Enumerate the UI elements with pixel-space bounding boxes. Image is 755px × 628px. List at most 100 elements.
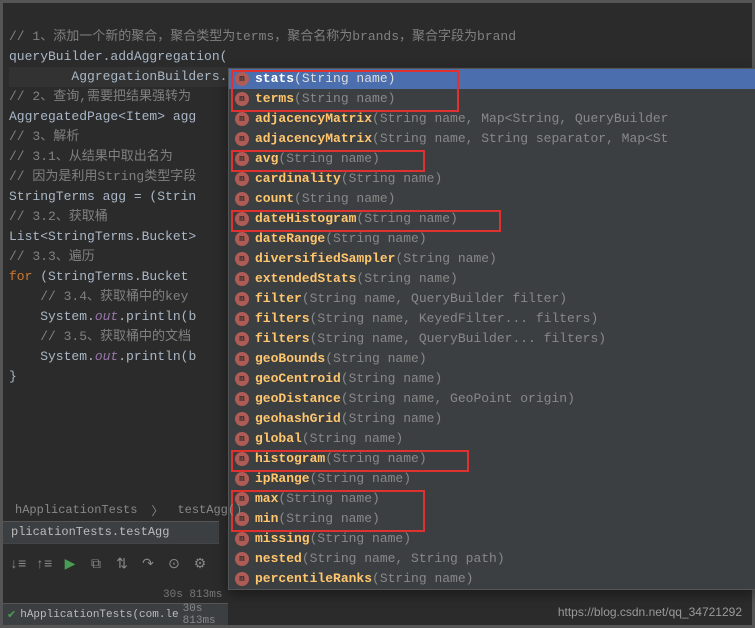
- method-name: geoBounds: [255, 349, 325, 369]
- completion-item[interactable]: mfilters(String name, QueryBuilder... fi…: [229, 329, 755, 349]
- method-name: dateRange: [255, 229, 325, 249]
- method-params: (String name, String separator, Map<St: [372, 129, 668, 149]
- completion-item[interactable]: m geoDistance(String name, GeoPoint origi…: [229, 389, 755, 409]
- crumb-method[interactable]: testAgg(): [171, 501, 248, 519]
- completion-item[interactable]: mavg(String name): [229, 149, 755, 169]
- method-name: min: [255, 509, 278, 529]
- sort-icon[interactable]: ⇅: [113, 556, 131, 574]
- method-params: (String name): [356, 209, 457, 229]
- method-params: (String name): [325, 229, 426, 249]
- completion-item[interactable]: mmin(String name): [229, 509, 755, 529]
- method-icon: m: [235, 232, 249, 246]
- method-icon: m: [235, 392, 249, 406]
- method-name: adjacencyMatrix: [255, 129, 372, 149]
- method-params: (String name): [310, 469, 411, 489]
- export-icon[interactable]: ↷: [139, 556, 157, 574]
- completion-item[interactable]: m geoBounds(String name): [229, 349, 755, 369]
- expand-icon[interactable]: ↑≡: [35, 556, 53, 574]
- completion-item[interactable]: mcount(String name): [229, 189, 755, 209]
- method-name: geoCentroid: [255, 369, 341, 389]
- method-params: (String name): [325, 349, 426, 369]
- method-icon: m: [235, 292, 249, 306]
- method-name: max: [255, 489, 278, 509]
- method-params: (String name, QueryBuilder filter): [302, 289, 567, 309]
- completion-item[interactable]: mdiversifiedSampler(String name): [229, 249, 755, 269]
- breadcrumb[interactable]: hApplicationTests〉 testAgg(): [3, 499, 248, 521]
- method-icon: m: [235, 372, 249, 386]
- method-name: ipRange: [255, 469, 310, 489]
- ok-icon: ✔: [7, 608, 16, 622]
- crumb-class[interactable]: hApplicationTests: [9, 501, 143, 519]
- completion-item[interactable]: mcardinality(String name): [229, 169, 755, 189]
- method-icon: m: [235, 312, 249, 326]
- completion-popup[interactable]: mstats(String name)mterms(String name)ma…: [228, 68, 755, 590]
- completion-item[interactable]: mmissing(String name): [229, 529, 755, 549]
- completion-item[interactable]: mfilters(String name, KeyedFilter... fil…: [229, 309, 755, 329]
- method-name: missing: [255, 529, 310, 549]
- completion-item[interactable]: madjacencyMatrix(String name, Map<String…: [229, 109, 755, 129]
- settings-icon[interactable]: ⚙: [191, 556, 209, 574]
- completion-item[interactable]: mstats(String name): [229, 69, 755, 89]
- method-icon: m: [235, 332, 249, 346]
- method-icon: m: [235, 72, 249, 86]
- completion-item[interactable]: mglobal(String name): [229, 429, 755, 449]
- method-icon: m: [235, 432, 249, 446]
- method-name: geohashGrid: [255, 409, 341, 429]
- run-subtime: 30s 813ms: [163, 589, 222, 601]
- method-icon: m: [235, 92, 249, 106]
- run-result[interactable]: ✔ hApplicationTests (com.le 30s 813ms: [3, 603, 228, 625]
- completion-item[interactable]: m adjacencyMatrix(String name, String sep…: [229, 129, 755, 149]
- method-params: (String name, GeoPoint origin): [341, 389, 575, 409]
- completion-item[interactable]: mmax(String name): [229, 489, 755, 509]
- history-icon[interactable]: ⊙: [165, 556, 183, 574]
- run-toolbar: ↓≡ ↑≡ ▶ ⧉ ⇅ ↷ ⊙ ⚙: [3, 543, 219, 585]
- completion-item[interactable]: mfilter(String name, QueryBuilder filter…: [229, 289, 755, 309]
- collapse-icon[interactable]: ↓≡: [9, 556, 27, 574]
- method-icon: m: [235, 252, 249, 266]
- completion-item[interactable]: m dateHistogram(String name): [229, 209, 755, 229]
- method-icon: m: [235, 552, 249, 566]
- completion-item[interactable]: mnested(String name, String path): [229, 549, 755, 569]
- method-name: dateHistogram: [255, 209, 356, 229]
- method-params: (String name): [302, 429, 403, 449]
- code: queryBuilder: [9, 49, 103, 64]
- method-name: geoDistance: [255, 389, 341, 409]
- method-icon: m: [235, 112, 249, 126]
- method-params: (String name): [294, 69, 395, 89]
- method-name: avg: [255, 149, 278, 169]
- method-name: count: [255, 189, 294, 209]
- method-icon: m: [235, 412, 249, 426]
- completion-item[interactable]: mhistogram(String name): [229, 449, 755, 469]
- test-time: 30s 813ms: [183, 603, 224, 627]
- completion-item[interactable]: m geoCentroid(String name): [229, 369, 755, 389]
- filter-icon[interactable]: ⧉: [87, 556, 105, 574]
- method-icon: m: [235, 132, 249, 146]
- method-params: (String name): [341, 369, 442, 389]
- comment: // 1、添加一个新的聚合，聚合类型为terms，聚合名称为brands，聚合字…: [9, 29, 516, 44]
- method-params: (String name, String path): [302, 549, 505, 569]
- completion-item[interactable]: mterms(String name): [229, 89, 755, 109]
- method-icon: m: [235, 212, 249, 226]
- run-tab[interactable]: plicationTests.testAgg: [3, 521, 219, 543]
- method-params: (String name): [294, 89, 395, 109]
- method-name: histogram: [255, 449, 325, 469]
- method-name: global: [255, 429, 302, 449]
- completion-item[interactable]: mipRange(String name): [229, 469, 755, 489]
- method-icon: m: [235, 352, 249, 366]
- completion-item[interactable]: mextendedStats(String name): [229, 269, 755, 289]
- method-params: (String name): [294, 189, 395, 209]
- method-params: (String name): [310, 529, 411, 549]
- run-icon[interactable]: ▶: [61, 556, 79, 574]
- completion-item[interactable]: m dateRange(String name): [229, 229, 755, 249]
- method-params: (String name): [341, 169, 442, 189]
- method-name: percentileRanks: [255, 569, 372, 589]
- method-params: (String name): [372, 569, 473, 589]
- completion-item[interactable]: mgeohashGrid(String name): [229, 409, 755, 429]
- method-name: nested: [255, 549, 302, 569]
- method-name: stats: [255, 69, 294, 89]
- method-params: (String name, Map<String, QueryBuilder: [372, 109, 668, 129]
- method-icon: m: [235, 572, 249, 586]
- completion-item[interactable]: m percentileRanks(String name): [229, 569, 755, 589]
- method-name: terms: [255, 89, 294, 109]
- method-name: extendedStats: [255, 269, 356, 289]
